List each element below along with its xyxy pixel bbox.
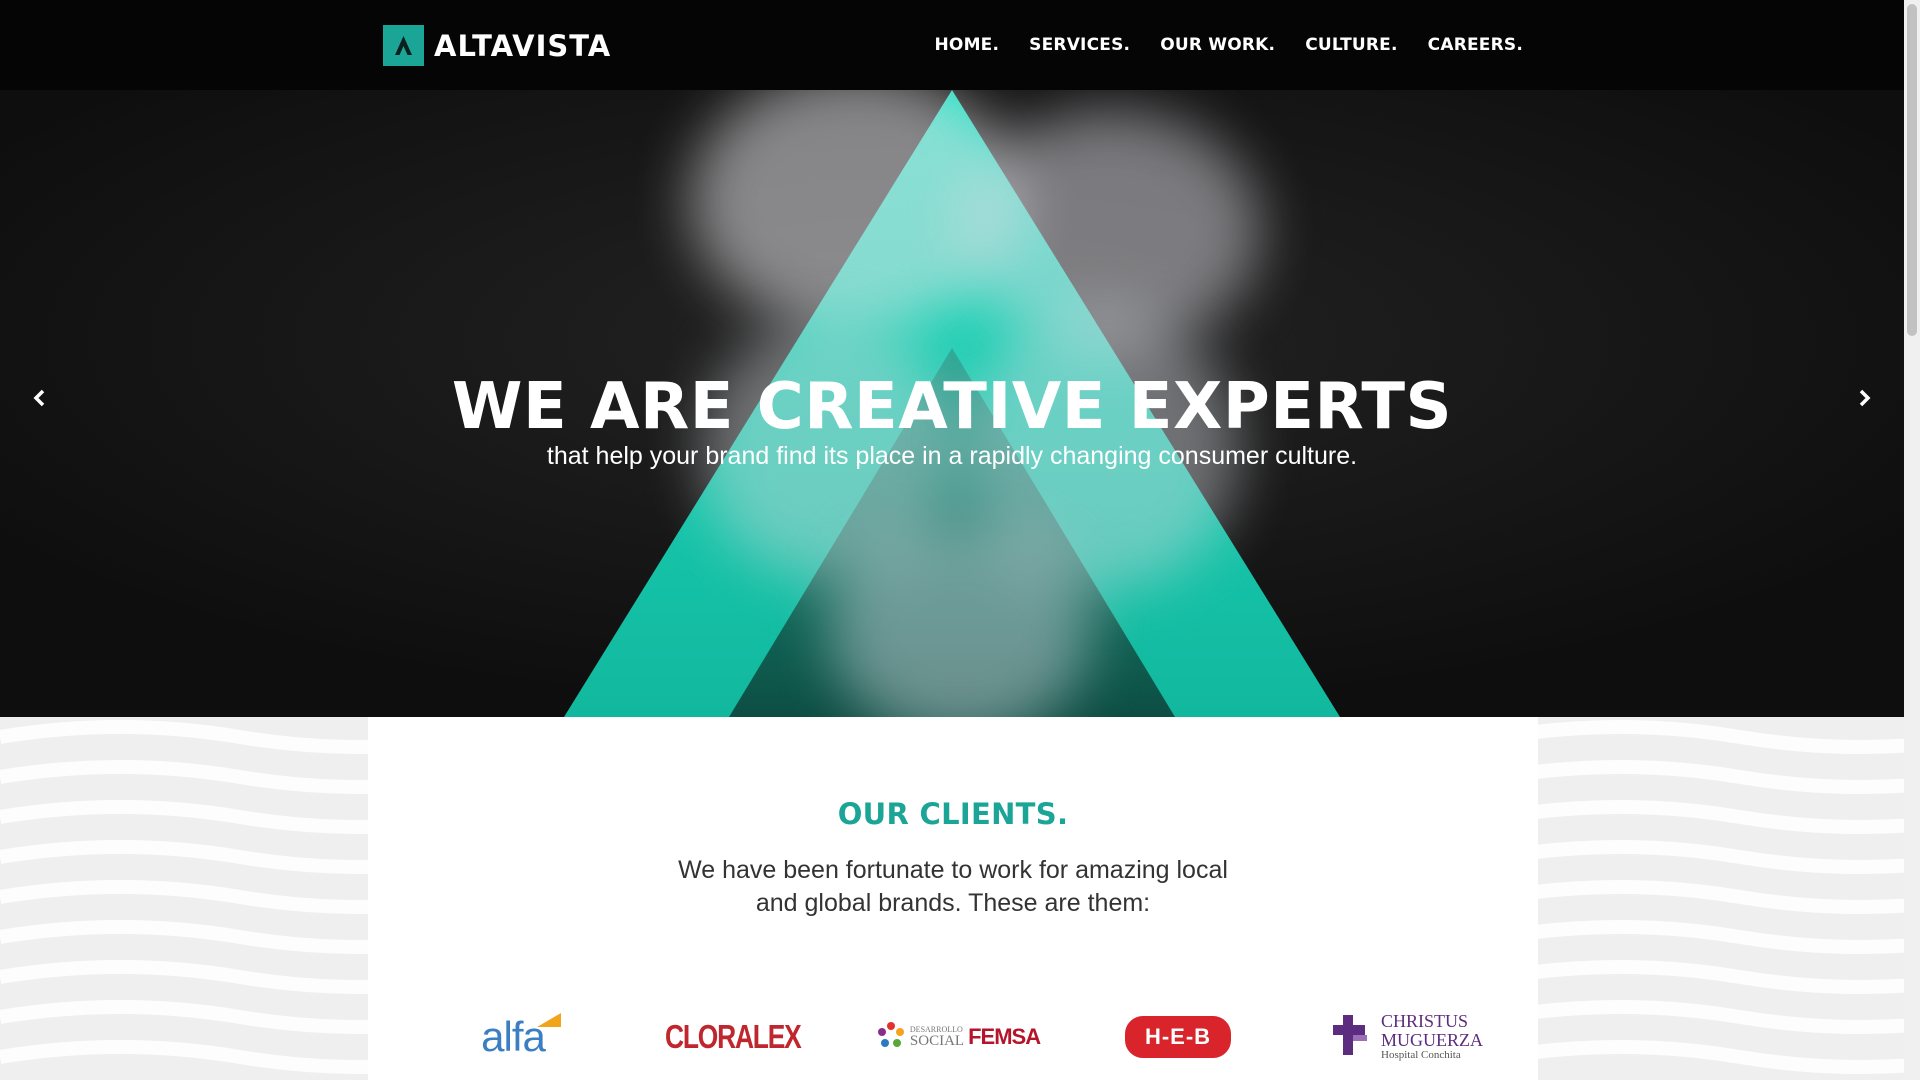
chevron-left-icon bbox=[32, 387, 46, 413]
clients-title: OUR CLIENTS. bbox=[837, 797, 1069, 831]
cross-icon bbox=[1333, 1014, 1375, 1060]
brand-logo[interactable]: ALTAVISTA bbox=[383, 25, 611, 66]
clients-description: We have been fortunate to work for amazi… bbox=[678, 856, 1228, 917]
nav-careers[interactable]: CAREERS. bbox=[1428, 35, 1523, 55]
client-logo-cloralex: CLORALEX bbox=[665, 1018, 802, 1055]
slider-next-button[interactable] bbox=[1845, 380, 1885, 420]
clients-section: OUR CLIENTS. We have been fortunate to w… bbox=[0, 717, 1904, 1080]
nav-home[interactable]: HOME. bbox=[934, 35, 999, 55]
client-logo-femsa: DESARROLLO SOCIAL FEMSA bbox=[863, 1002, 1053, 1072]
top-navbar: ALTAVISTA HOME. SERVICES. OUR WORK. CULT… bbox=[0, 0, 1904, 90]
chevron-right-icon bbox=[1858, 387, 1872, 413]
client-logo-christus-muguerza: CHRISTUS MUGUERZA Hospital Conchita bbox=[1318, 1002, 1498, 1072]
slider-prev-button[interactable] bbox=[19, 380, 59, 420]
hero-subtitle: that help your brand find its place in a… bbox=[546, 442, 1358, 470]
logo-mark-icon bbox=[383, 25, 424, 66]
brand-name: ALTAVISTA bbox=[434, 28, 612, 63]
client-logo-alfa: alfa bbox=[438, 1002, 588, 1072]
hero-title: WE ARE CREATIVE EXPERTS bbox=[451, 370, 1453, 444]
client-logos: alfa CLORALEX DESARROLLO SOCIAL FEMSA H-… bbox=[368, 1002, 1538, 1072]
scrollbar-thumb[interactable] bbox=[1907, 4, 1917, 336]
clients-card: OUR CLIENTS. We have been fortunate to w… bbox=[368, 717, 1538, 1080]
client-logo-heb: H-E-B bbox=[1118, 1002, 1238, 1072]
nav-our-work[interactable]: OUR WORK. bbox=[1160, 35, 1275, 55]
hero-slider: WE ARE CREATIVE EXPERTS that help your b… bbox=[0, 90, 1904, 717]
page-scrollbar[interactable] bbox=[1904, 0, 1920, 1080]
pinwheel-icon bbox=[876, 1020, 906, 1055]
page: ALTAVISTA HOME. SERVICES. OUR WORK. CULT… bbox=[0, 0, 1904, 1080]
main-menu: HOME. SERVICES. OUR WORK. CULTURE. CAREE… bbox=[904, 0, 1523, 90]
nav-culture[interactable]: CULTURE. bbox=[1305, 35, 1397, 55]
nav-services[interactable]: SERVICES. bbox=[1029, 35, 1130, 55]
